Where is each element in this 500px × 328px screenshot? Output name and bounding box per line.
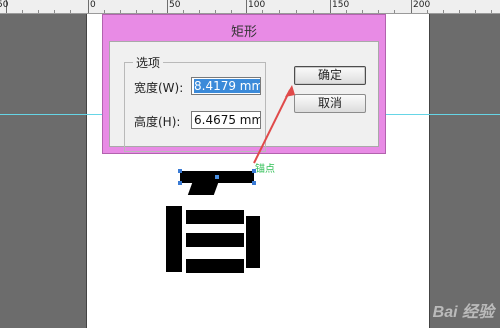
watermark: Bai 经验: [432, 304, 494, 321]
annotation-arrow: [253, 85, 295, 164]
arrow-head: [285, 85, 295, 97]
anchor-point-label: 锚点: [255, 164, 275, 175]
arrow-line: [253, 89, 291, 164]
